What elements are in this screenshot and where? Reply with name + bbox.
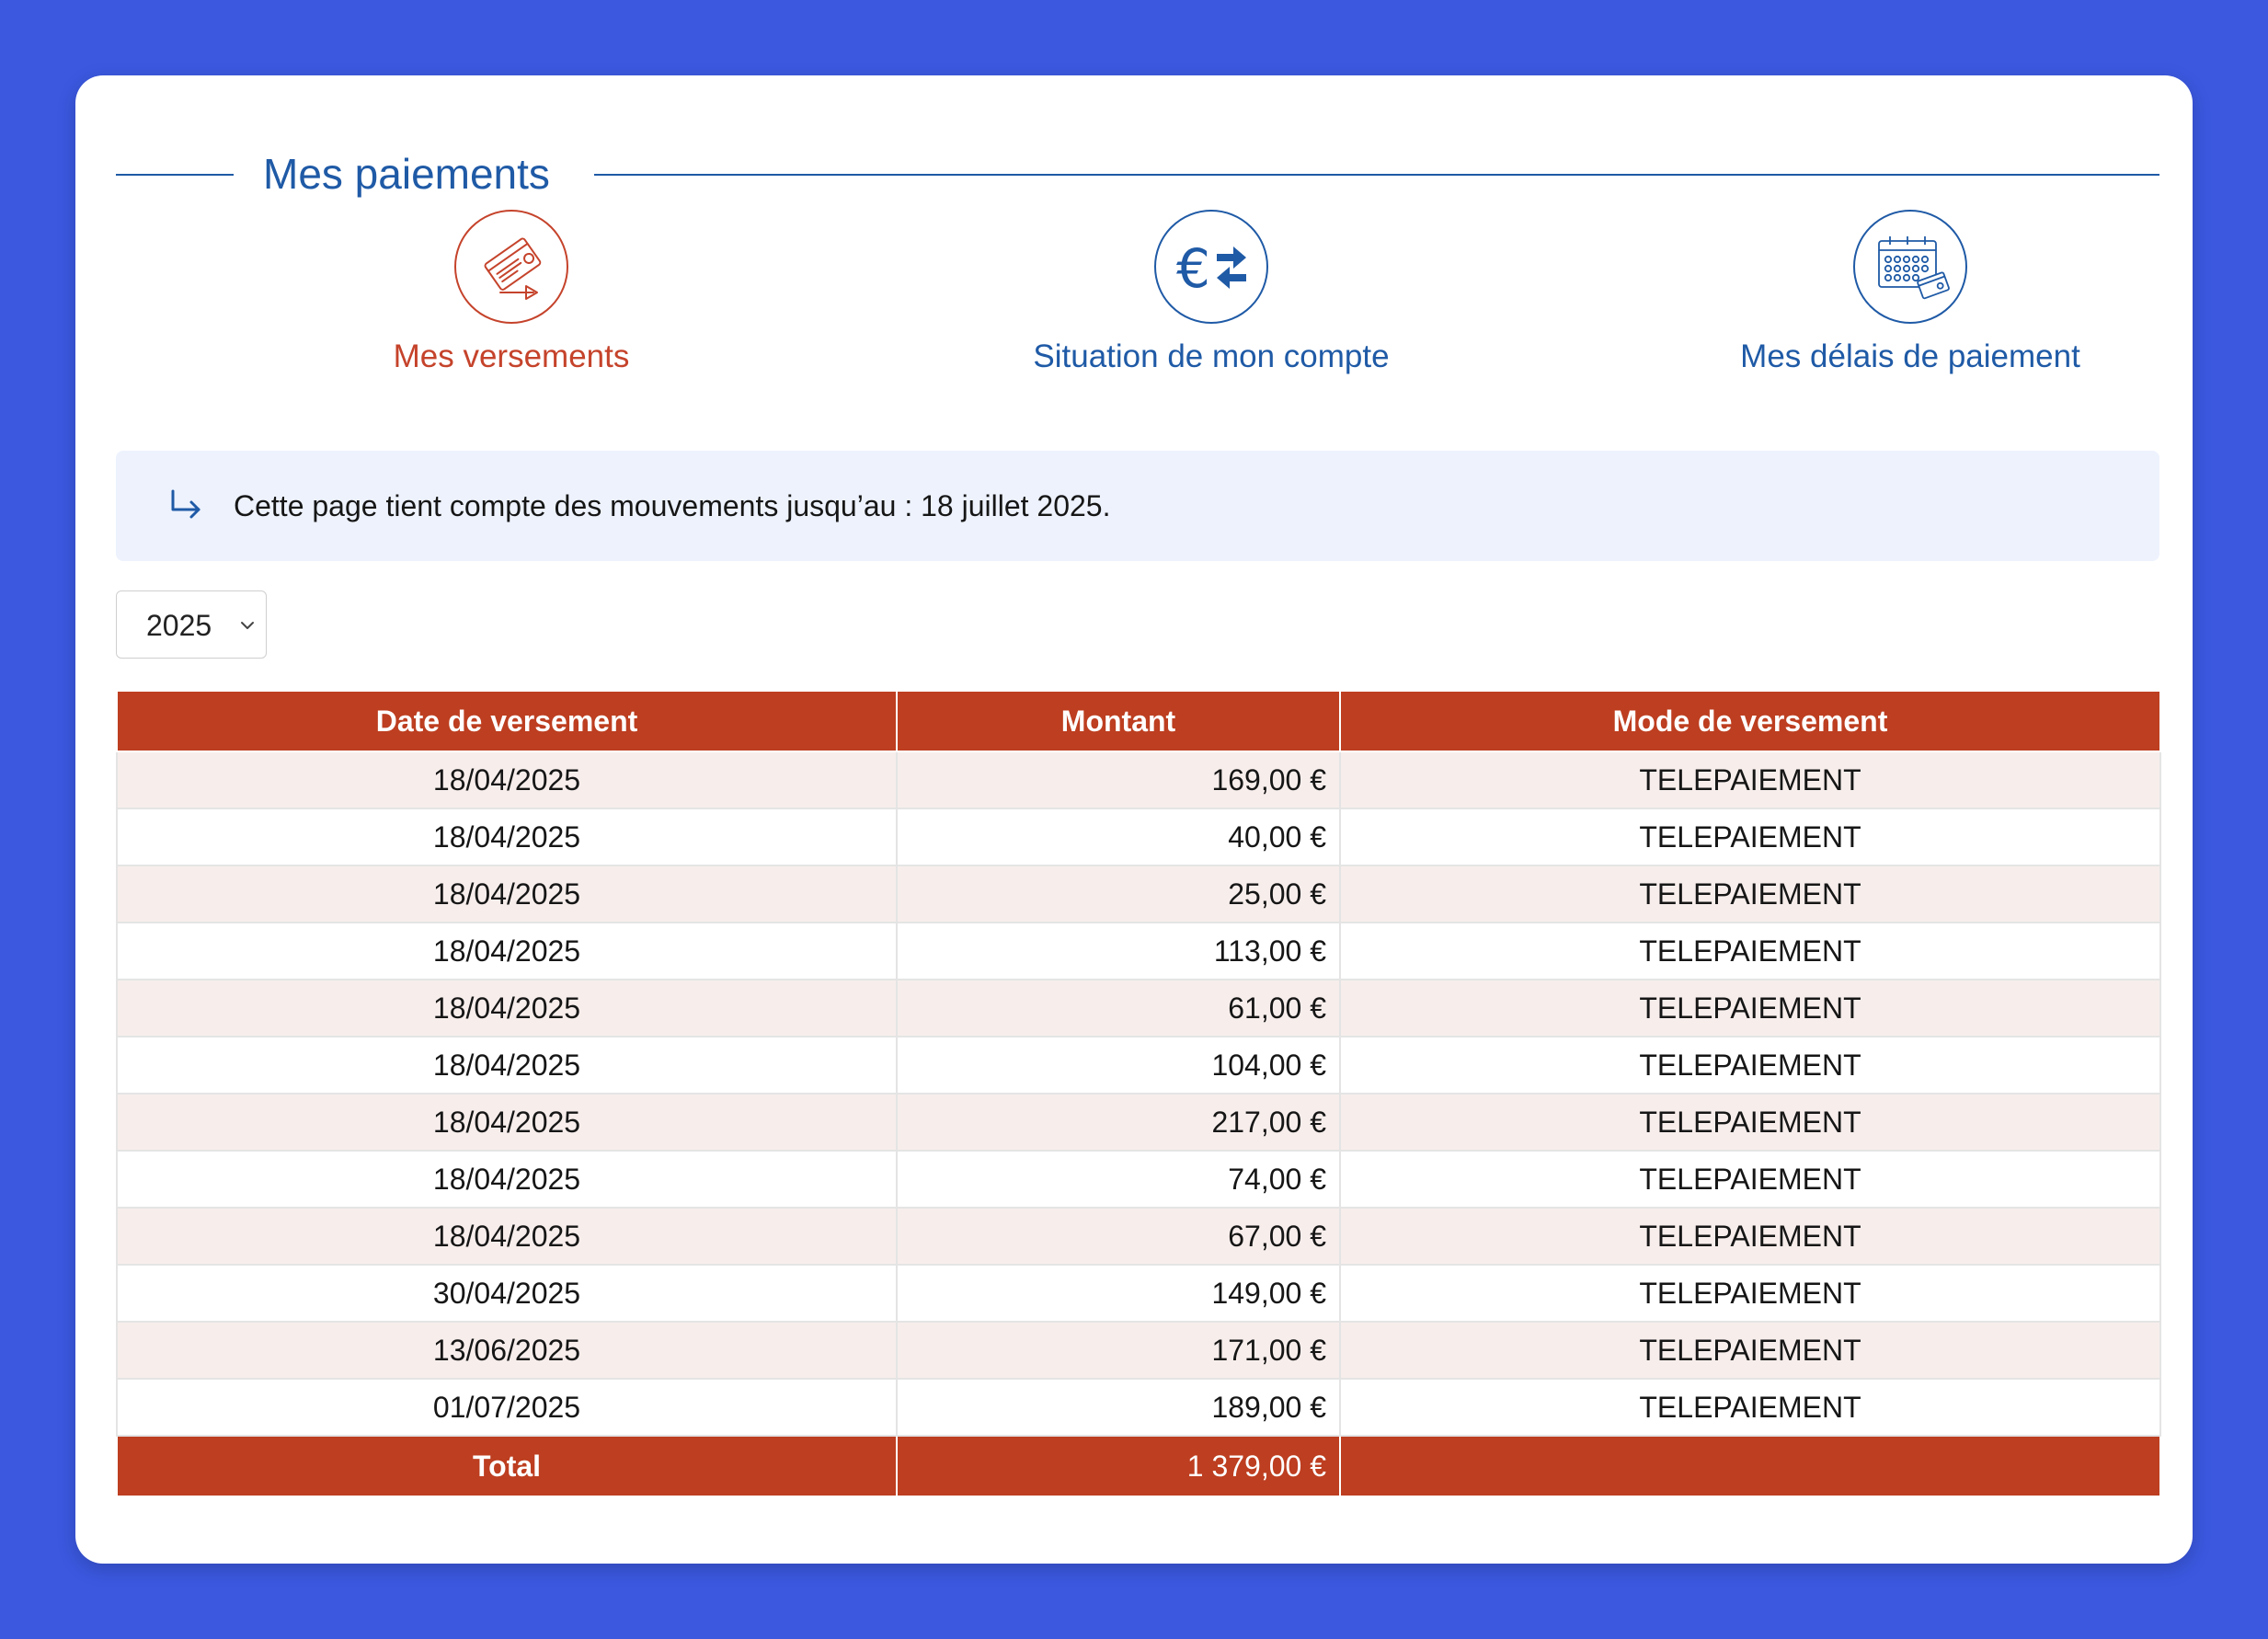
table-row: 18/04/2025 40,00 € TELEPAIEMENT	[116, 808, 2161, 866]
nav-label: Situation de mon compte	[1033, 338, 1390, 374]
info-notice: Cette page tient compte des mouvements j…	[116, 451, 2159, 561]
cell-date: 18/04/2025	[116, 1207, 898, 1266]
table-row: 18/04/2025 217,00 € TELEPAIEMENT	[116, 1093, 2161, 1152]
cell-mode: TELEPAIEMENT	[1339, 1207, 2161, 1266]
total-label: Total	[116, 1435, 898, 1497]
calendar-payment-icon	[1853, 210, 1967, 324]
year-select[interactable]: 2025	[116, 590, 267, 659]
cell-mode: TELEPAIEMENT	[1339, 1093, 2161, 1152]
cell-amount: 61,00 €	[896, 979, 1341, 1037]
cell-mode: TELEPAIEMENT	[1339, 1150, 2161, 1209]
payments-card: Mes paiements Mes versements € Situation…	[75, 75, 2193, 1564]
cell-amount: 169,00 €	[896, 751, 1341, 809]
cell-date: 18/04/2025	[116, 1150, 898, 1209]
total-row: Total 1 379,00 €	[116, 1435, 2161, 1497]
cell-mode: TELEPAIEMENT	[1339, 808, 2161, 866]
section-header: Mes paiements	[116, 110, 2159, 198]
table-row: 01/07/2025 189,00 € TELEPAIEMENT	[116, 1378, 2161, 1437]
cell-date: 01/07/2025	[116, 1378, 898, 1437]
header-divider-left	[116, 174, 234, 176]
payments-table: Date de versement Montant Mode de versem…	[116, 690, 2161, 1497]
cell-amount: 25,00 €	[896, 865, 1341, 923]
table-row: 18/04/2025 113,00 € TELEPAIEMENT	[116, 922, 2161, 980]
cell-amount: 217,00 €	[896, 1093, 1341, 1152]
table-row: 18/04/2025 74,00 € TELEPAIEMENT	[116, 1150, 2161, 1209]
cell-mode: TELEPAIEMENT	[1339, 1264, 2161, 1323]
cell-date: 18/04/2025	[116, 808, 898, 866]
nav-mes-versements[interactable]: Mes versements	[254, 210, 769, 394]
page-title: Mes paiements	[263, 150, 550, 198]
return-arrow-icon	[171, 489, 200, 519]
cell-amount: 40,00 €	[896, 808, 1341, 866]
total-mode	[1339, 1435, 2161, 1497]
year-select-value: 2025	[146, 609, 212, 642]
nav-delais-paiement[interactable]: Mes délais de paiement	[1653, 210, 2168, 394]
table-row: 18/04/2025 104,00 € TELEPAIEMENT	[116, 1036, 2161, 1095]
column-header-amount: Montant	[896, 690, 1341, 752]
info-text: Cette page tient compte des mouvements j…	[234, 489, 1111, 522]
nav-label: Mes délais de paiement	[1740, 338, 2080, 374]
cell-amount: 113,00 €	[896, 922, 1341, 980]
cell-amount: 74,00 €	[896, 1150, 1341, 1209]
cell-date: 18/04/2025	[116, 979, 898, 1037]
table-row: 18/04/2025 61,00 € TELEPAIEMENT	[116, 979, 2161, 1037]
cell-mode: TELEPAIEMENT	[1339, 751, 2161, 809]
cell-date: 18/04/2025	[116, 1036, 898, 1095]
table-row: 30/04/2025 149,00 € TELEPAIEMENT	[116, 1264, 2161, 1323]
table-row: 18/04/2025 169,00 € TELEPAIEMENT	[116, 751, 2161, 809]
cell-date: 18/04/2025	[116, 751, 898, 809]
cell-date: 18/04/2025	[116, 865, 898, 923]
cell-amount: 171,00 €	[896, 1321, 1341, 1380]
cell-date: 18/04/2025	[116, 1093, 898, 1152]
euro-exchange-icon: €	[1154, 210, 1268, 324]
cell-mode: TELEPAIEMENT	[1339, 922, 2161, 980]
cell-date: 30/04/2025	[116, 1264, 898, 1323]
cell-mode: TELEPAIEMENT	[1339, 1321, 2161, 1380]
column-header-date: Date de versement	[116, 690, 898, 752]
nav-label: Mes versements	[393, 338, 630, 374]
table-row: 13/06/2025 171,00 € TELEPAIEMENT	[116, 1321, 2161, 1380]
svg-text:€: €	[1176, 237, 1210, 300]
total-amount: 1 379,00 €	[896, 1435, 1341, 1497]
header-divider-right	[594, 174, 2159, 176]
table-row: 18/04/2025 25,00 € TELEPAIEMENT	[116, 865, 2161, 923]
cell-mode: TELEPAIEMENT	[1339, 1378, 2161, 1437]
cell-mode: TELEPAIEMENT	[1339, 1036, 2161, 1095]
table-header-row: Date de versement Montant Mode de versem…	[116, 690, 2161, 752]
cell-amount: 189,00 €	[896, 1378, 1341, 1437]
chevron-down-icon	[241, 622, 254, 629]
cell-date: 13/06/2025	[116, 1321, 898, 1380]
column-header-mode: Mode de versement	[1339, 690, 2161, 752]
cell-mode: TELEPAIEMENT	[1339, 865, 2161, 923]
table-row: 18/04/2025 67,00 € TELEPAIEMENT	[116, 1207, 2161, 1266]
cell-amount: 149,00 €	[896, 1264, 1341, 1323]
cell-amount: 104,00 €	[896, 1036, 1341, 1095]
cell-mode: TELEPAIEMENT	[1339, 979, 2161, 1037]
cell-date: 18/04/2025	[116, 922, 898, 980]
nav-situation-compte[interactable]: € Situation de mon compte	[954, 210, 1469, 394]
credit-card-payment-icon	[454, 210, 568, 324]
cell-amount: 67,00 €	[896, 1207, 1341, 1266]
